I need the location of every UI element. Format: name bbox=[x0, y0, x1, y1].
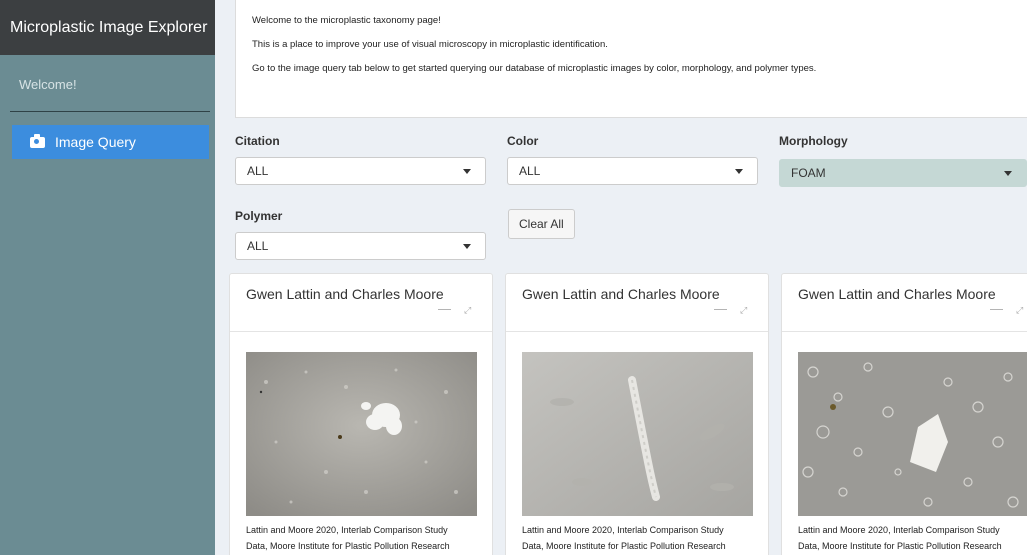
card-header: Gwen Lattin and Charles Moore — ⤢ bbox=[782, 274, 1027, 332]
intro-line: Go to the image query tab below to get s… bbox=[252, 63, 817, 74]
color-select[interactable]: ALL bbox=[507, 157, 758, 185]
caption-line: Data, Moore Institute for Plastic Pollut… bbox=[246, 541, 450, 551]
card-caption: Lattin and Moore 2020, Interlab Comparis… bbox=[522, 522, 762, 554]
color-label: Color bbox=[507, 134, 539, 148]
citation-value: ALL bbox=[247, 164, 269, 178]
intro-line: Welcome to the microplastic taxonomy pag… bbox=[252, 15, 441, 26]
card-title: Gwen Lattin and Charles Moore bbox=[246, 286, 444, 302]
sidebar: Welcome! Image Query bbox=[0, 55, 215, 555]
chevron-down-icon bbox=[463, 169, 471, 174]
caption-line: Lattin and Moore 2020, Interlab Comparis… bbox=[246, 525, 448, 535]
polymer-select[interactable]: ALL bbox=[235, 232, 486, 260]
caption-line: Data, Moore Institute for Plastic Pollut… bbox=[522, 541, 726, 551]
collapse-icon[interactable]: — bbox=[438, 302, 451, 315]
card-header: Gwen Lattin and Charles Moore — ⤢ bbox=[230, 274, 492, 332]
app-title: Microplastic Image Explorer bbox=[0, 0, 215, 55]
citation-label: Citation bbox=[235, 134, 280, 148]
card-caption: Lattin and Moore 2020, Interlab Comparis… bbox=[246, 522, 486, 554]
expand-icon[interactable]: ⤢ bbox=[740, 304, 752, 316]
intro-panel: Welcome to the microplastic taxonomy pag… bbox=[235, 0, 1027, 118]
color-value: ALL bbox=[519, 164, 541, 178]
image-card: Gwen Lattin and Charles Moore — ⤢ Lattin… bbox=[505, 273, 769, 555]
sidebar-divider bbox=[10, 111, 210, 112]
sidebar-item-label: Image Query bbox=[55, 134, 136, 150]
caption-line: Lattin and Moore 2020, Interlab Comparis… bbox=[522, 525, 724, 535]
citation-select[interactable]: ALL bbox=[235, 157, 486, 185]
image-card: Gwen Lattin and Charles Moore — ⤢ Lattin… bbox=[229, 273, 493, 555]
morphology-label: Morphology bbox=[779, 134, 848, 148]
image-card: Gwen Lattin and Charles Moore — ⤢ Lattin… bbox=[781, 273, 1027, 555]
microplastic-image bbox=[798, 352, 1027, 516]
card-caption: Lattin and Moore 2020, Interlab Comparis… bbox=[798, 522, 1027, 554]
caption-line: Lattin and Moore 2020, Interlab Comparis… bbox=[798, 525, 1000, 535]
card-title: Gwen Lattin and Charles Moore bbox=[522, 286, 720, 302]
expand-icon[interactable]: ⤢ bbox=[1016, 304, 1027, 316]
caption-line: Data, Moore Institute for Plastic Pollut… bbox=[798, 541, 1002, 551]
expand-icon[interactable]: ⤢ bbox=[464, 304, 476, 316]
chevron-down-icon bbox=[735, 169, 743, 174]
microplastic-image bbox=[246, 352, 477, 516]
sidebar-item-image-query[interactable]: Image Query bbox=[12, 125, 209, 159]
card-header: Gwen Lattin and Charles Moore — ⤢ bbox=[506, 274, 768, 332]
clear-all-button[interactable]: Clear All bbox=[508, 209, 575, 239]
chevron-down-icon bbox=[1004, 171, 1012, 176]
collapse-icon[interactable]: — bbox=[714, 302, 727, 315]
polymer-value: ALL bbox=[247, 239, 269, 253]
intro-line: This is a place to improve your use of v… bbox=[252, 39, 608, 50]
morphology-select[interactable]: FOAM bbox=[779, 159, 1027, 187]
morphology-value: FOAM bbox=[791, 166, 826, 180]
collapse-icon[interactable]: — bbox=[990, 302, 1003, 315]
chevron-down-icon bbox=[463, 244, 471, 249]
card-title: Gwen Lattin and Charles Moore bbox=[798, 286, 996, 302]
camera-icon bbox=[30, 133, 45, 148]
welcome-text: Welcome! bbox=[19, 77, 77, 92]
polymer-label: Polymer bbox=[235, 209, 283, 223]
main-content: Welcome to the microplastic taxonomy pag… bbox=[215, 0, 1027, 555]
microplastic-image bbox=[522, 352, 753, 516]
